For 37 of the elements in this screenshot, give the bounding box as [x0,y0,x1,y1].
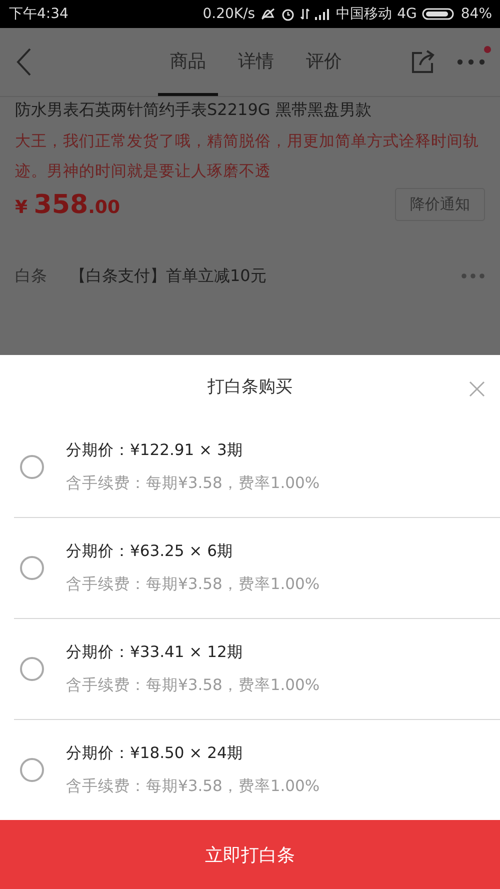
nav-tab[interactable]: 详情 [226,28,286,96]
status-time: 下午4:34 [9,5,68,23]
more-icon [461,273,485,279]
network-speed: 0.20K/s [202,6,256,22]
installment-price: 分期价：¥122.91 × 3期 [66,440,244,461]
installment-fee: 含手续费：每期¥3.58，费率1.00% [66,776,320,797]
installment-fee: 含手续费：每期¥3.58，费率1.00% [66,675,320,696]
installment-fee: 含手续费：每期¥3.58，费率1.00% [66,473,320,494]
network-type: 4G [397,6,417,22]
signal-icon [315,8,332,20]
radio-button[interactable] [20,556,44,580]
installment-price: 分期价：¥63.25 × 6期 [66,541,234,562]
product-slogan: 大王，我们正常发货了哦，精简脱俗，用更加简单方式诠释时间轨迹。男神的时间就是要让人琢磨不透 [15,131,480,182]
nav-tab[interactable]: 商品 [158,28,218,96]
sheet-title: 打白条购买 [208,376,292,398]
product-title: 防水男表石英两针简约手表S2219G 黑带黑盘男款 [15,99,372,121]
radio-button[interactable] [20,657,44,681]
confirm-button[interactable]: 立即打白条 [0,820,500,889]
installment-fee: 含手续费：每期¥3.58，费率1.00% [66,574,320,595]
product-price: ¥ 358.00 [15,190,120,220]
share-icon [410,49,436,75]
carrier-name: 中国移动 [336,5,392,23]
close-icon[interactable] [469,381,485,397]
price-alert-button[interactable]: 降价通知 [395,188,485,221]
radio-button[interactable] [20,758,44,782]
more-icon [456,58,486,66]
installment-price: 分期价：¥33.41 × 12期 [66,642,244,663]
data-arrows-icon [300,7,310,21]
row-label: 白条 [15,266,48,286]
nav-tab[interactable]: 评价 [294,28,354,96]
installment-price: 分期价：¥18.50 × 24期 [66,743,244,764]
radio-button[interactable] [20,455,44,479]
battery-icon [422,7,456,21]
promo-text: 【白条支付】首单立减10元 [70,266,266,286]
mute-icon [260,7,276,21]
battery-level: 84% [460,6,492,22]
alarm-icon [281,7,296,21]
